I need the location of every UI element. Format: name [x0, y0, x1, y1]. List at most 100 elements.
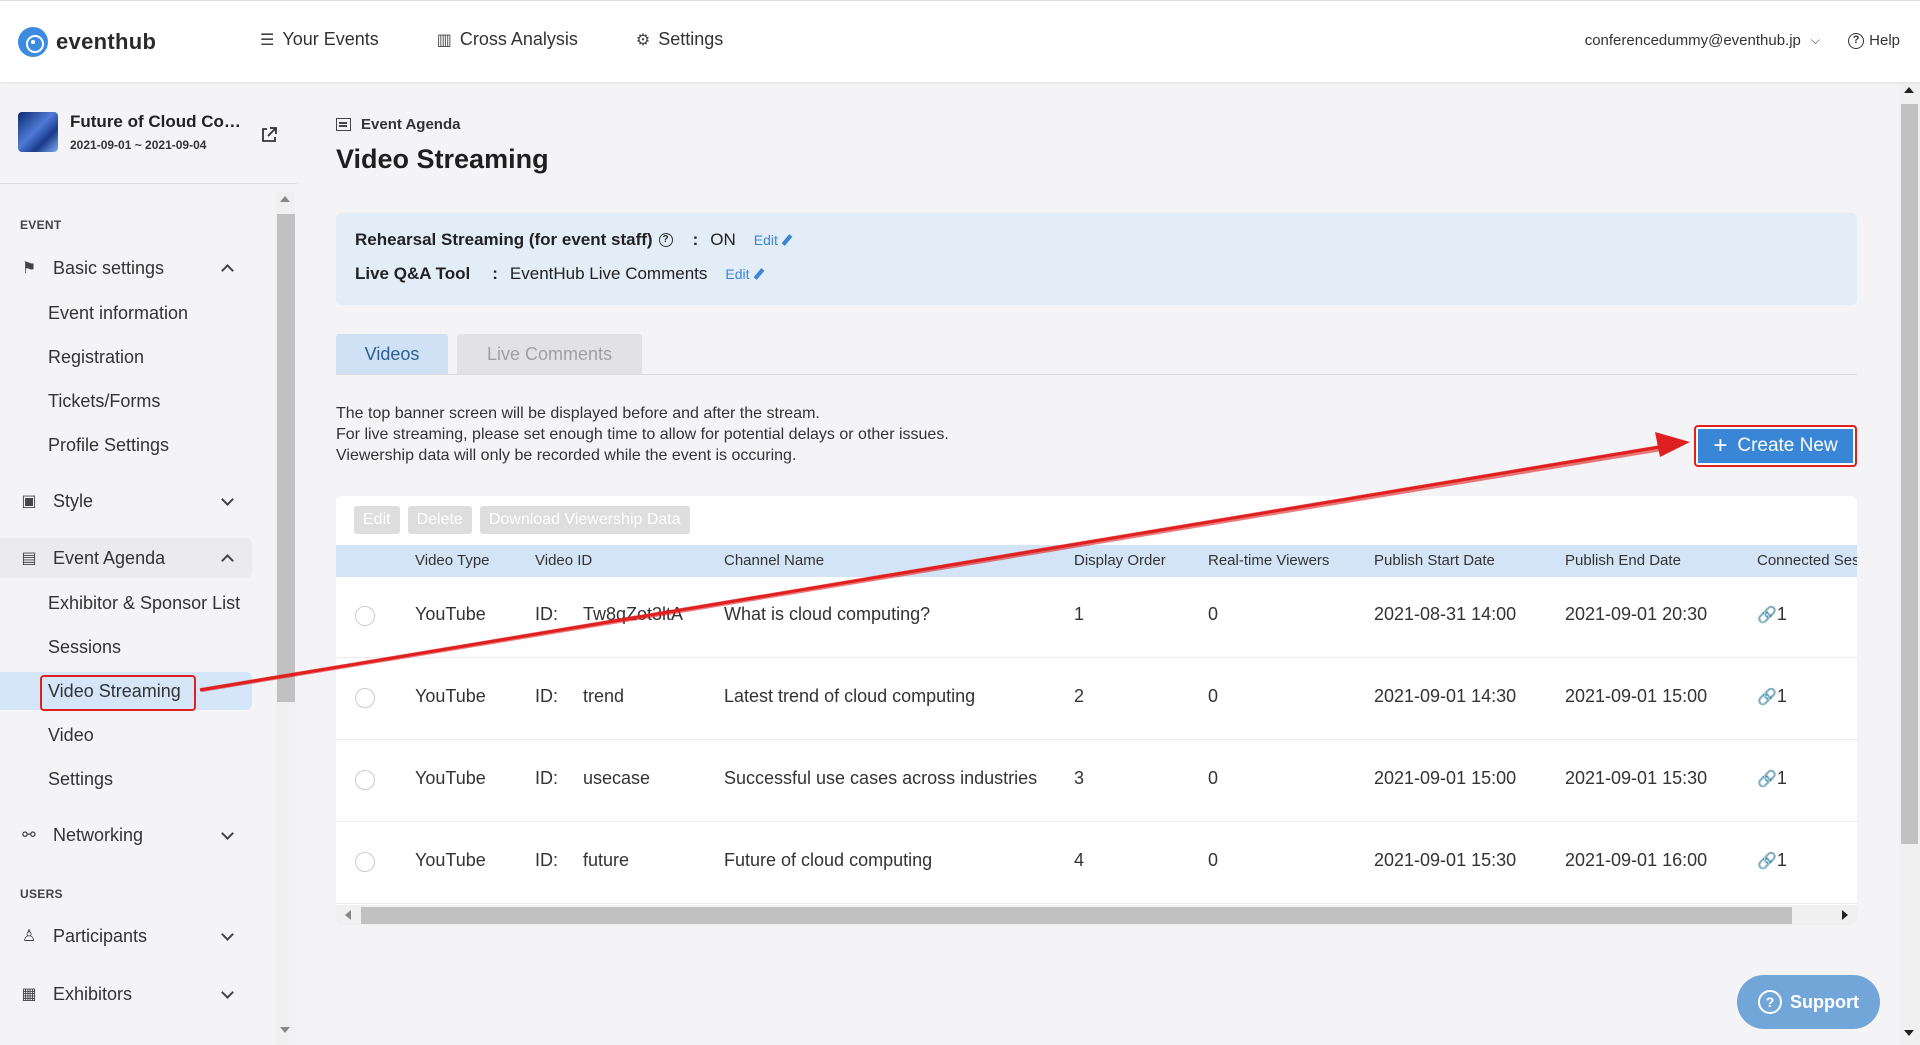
column-header[interactable]: Publish Start Date — [1374, 552, 1495, 569]
event-title: Future of Cloud Computing — [70, 112, 255, 131]
link-icon: 🔗 — [1757, 689, 1777, 706]
sidebar-group-participants[interactable]: ♙ Participants — [20, 916, 252, 956]
nav-cross-analysis[interactable]: ▥ Cross Analysis — [437, 29, 578, 50]
support-button[interactable]: ? Support — [1737, 975, 1880, 1029]
nav-settings[interactable]: ⚙ Settings — [636, 29, 723, 50]
sidebar-item-sessions[interactable]: Sessions — [48, 637, 121, 658]
delete-button[interactable]: Delete — [407, 506, 472, 534]
table-row[interactable]: YouTube ID: Tw8qZot3ltA What is cloud co… — [336, 577, 1857, 658]
cell-viewers: 0 — [1208, 850, 1219, 870]
table-row[interactable]: YouTube ID: usecase Successful use cases… — [336, 741, 1857, 822]
cell-video-type: YouTube — [415, 604, 486, 624]
sidebar-group-style[interactable]: ▣ Style — [20, 481, 252, 521]
table-horizontal-scrollbar[interactable] — [336, 905, 1857, 925]
tab-divider — [336, 374, 1857, 375]
chevron-down-icon — [221, 827, 234, 840]
scroll-down-icon[interactable] — [1904, 1030, 1914, 1036]
cell-channel-name: Future of cloud computing — [724, 850, 933, 870]
list-icon: ☰ — [260, 31, 275, 49]
logo[interactable]: eventhub — [18, 27, 156, 57]
cell-video-id: usecase — [583, 768, 651, 788]
column-header[interactable]: Channel Name — [724, 552, 824, 569]
column-header[interactable]: Real-time Viewers — [1208, 552, 1329, 569]
column-header[interactable]: Connected Ses — [1757, 552, 1857, 569]
cell-video-type: YouTube — [415, 768, 486, 788]
edit-label: Edit — [753, 232, 778, 248]
edit-button[interactable]: Edit — [354, 506, 400, 534]
qa-edit-link[interactable]: Edit — [725, 266, 764, 282]
user-menu[interactable]: conferencedummy@eventhub.jp ⌵ — [1585, 32, 1820, 49]
chevron-up-icon — [221, 264, 234, 277]
create-new-button[interactable]: + Create New — [1694, 425, 1857, 467]
event-card[interactable]: Future of Cloud Computing 2021-09-01 ~ 2… — [18, 112, 255, 152]
section-label-event: EVENT — [20, 218, 62, 232]
cell-connected-sessions[interactable]: 🔗1 — [1757, 850, 1787, 871]
help-icon[interactable]: ? — [658, 233, 673, 247]
cell-channel-name: Successful use cases across industries — [724, 768, 1038, 788]
sidebar-group-exhibitors[interactable]: ▦ Exhibitors — [20, 974, 252, 1014]
info-notes: The top banner screen will be displayed … — [336, 403, 949, 466]
scroll-right-icon[interactable] — [1842, 910, 1848, 920]
tab-videos[interactable]: Videos — [336, 334, 448, 374]
cell-viewers: 0 — [1208, 686, 1219, 706]
rehearsal-edit-link[interactable]: Edit — [753, 232, 793, 248]
cell-video-id: future — [583, 850, 630, 870]
table-row[interactable]: YouTube ID: future Future of cloud compu… — [336, 823, 1857, 904]
scroll-down-icon[interactable] — [280, 1027, 290, 1033]
cell-video-type: YouTube — [415, 686, 486, 706]
column-header[interactable]: Publish End Date — [1565, 552, 1681, 569]
chevron-down-icon — [221, 986, 234, 999]
column-header[interactable]: Video ID — [535, 552, 592, 569]
scroll-up-icon[interactable] — [1904, 87, 1914, 93]
agenda-icon — [336, 118, 351, 131]
cell-channel-name: What is cloud computing? — [724, 604, 931, 624]
table-row[interactable]: YouTube ID: trend Latest trend of cloud … — [336, 659, 1857, 740]
rehearsal-value: ON — [710, 230, 736, 249]
edit-label: Edit — [725, 266, 750, 282]
sidebar-item-video[interactable]: Video — [48, 725, 94, 746]
sidebar-item-exhibitor-sponsor-list[interactable]: Exhibitor & Sponsor List — [48, 593, 240, 614]
sidebar-item-registration[interactable]: Registration — [48, 347, 144, 368]
sidebar-item-settings[interactable]: Settings — [48, 769, 113, 790]
download-viewership-button[interactable]: Download Viewership Data — [479, 506, 690, 534]
horizontal-scrollbar-thumb[interactable] — [361, 907, 1792, 924]
top-navbar: eventhub ☰ Your Events ▥ Cross Analysis … — [0, 0, 1920, 82]
sidebar-item-event-information[interactable]: Event information — [48, 303, 188, 324]
cell-connected-sessions[interactable]: 🔗1 — [1757, 604, 1787, 625]
section-label-users: USERS — [20, 887, 63, 901]
video-table: Edit Delete Download Viewership Data Vid… — [336, 496, 1857, 925]
cell-viewers: 0 — [1208, 604, 1219, 624]
cell-connected-sessions[interactable]: 🔗1 — [1757, 768, 1787, 789]
row-select-radio[interactable] — [355, 852, 375, 872]
chevron-up-icon — [221, 554, 234, 567]
note-line: Viewership data will only be recorded wh… — [336, 447, 797, 464]
cell-video-type: YouTube — [415, 850, 486, 870]
cell-connected-sessions[interactable]: 🔗1 — [1757, 686, 1787, 707]
gear-icon: ⚙ — [635, 31, 651, 49]
help-link[interactable]: ? Help — [1848, 32, 1900, 49]
scroll-up-icon[interactable] — [280, 196, 290, 202]
cell-display-order: 1 — [1074, 604, 1085, 624]
sidebar-group-networking[interactable]: ⚯ Networking — [20, 815, 252, 855]
sidebar-scrollbar-thumb[interactable] — [277, 214, 295, 702]
row-select-radio[interactable] — [355, 688, 375, 708]
sidebar-item-profile-settings[interactable]: Profile Settings — [48, 435, 169, 456]
scroll-left-icon[interactable] — [345, 910, 351, 920]
separator: : — [692, 230, 699, 249]
column-header[interactable]: Video Type — [415, 552, 490, 569]
table-actions: Edit Delete Download Viewership Data — [354, 506, 690, 534]
sidebar-item-tickets-forms[interactable]: Tickets/Forms — [48, 391, 160, 412]
external-link-icon[interactable] — [260, 126, 278, 144]
bar-chart-icon: ▥ — [436, 31, 452, 49]
nav-your-events[interactable]: ☰ Your Events — [260, 29, 379, 50]
sidebar-group-basic-settings[interactable]: ⚑ Basic settings — [20, 248, 252, 288]
table-header: Video Type Video ID Channel Name Display… — [336, 545, 1857, 577]
column-header[interactable]: Display Order — [1074, 552, 1166, 569]
row-select-radio[interactable] — [355, 606, 375, 626]
sidebar-group-event-agenda[interactable]: ▤ Event Agenda — [0, 538, 252, 578]
breadcrumb: Event Agenda — [336, 116, 460, 133]
tab-live-comments[interactable]: Live Comments — [457, 334, 642, 374]
group-label: Networking — [53, 824, 144, 845]
row-select-radio[interactable] — [355, 770, 375, 790]
main-scrollbar-thumb[interactable] — [1901, 104, 1918, 844]
